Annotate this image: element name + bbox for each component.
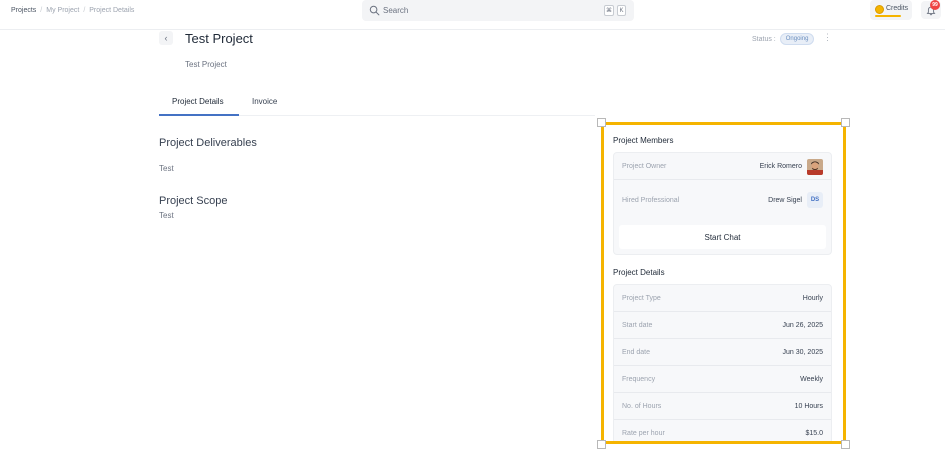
tab-project-details[interactable]: Project Details — [172, 97, 224, 106]
shortcut-key-command: ⌘ — [604, 5, 614, 16]
breadcrumb: Projects / My Project / Project Details — [11, 7, 134, 14]
coin-icon — [875, 5, 884, 14]
credits-bar — [875, 15, 901, 17]
status-label: Status : — [752, 35, 776, 43]
breadcrumb-separator: / — [40, 7, 43, 14]
resize-handle-top-right[interactable] — [841, 118, 850, 127]
status-group: Status : Ongoing — [752, 33, 815, 45]
resize-handle-bottom-left[interactable] — [597, 440, 606, 449]
resize-handle-bottom-right[interactable] — [841, 440, 850, 449]
scope-heading: Project Scope — [159, 195, 228, 207]
selection-highlight-frame — [601, 122, 846, 444]
tab-invoice[interactable]: Invoice — [252, 97, 277, 106]
search-icon — [369, 5, 380, 16]
top-bar: Projects / My Project / Project Details … — [0, 0, 945, 30]
page-title: Test Project — [185, 31, 253, 46]
search-bar[interactable] — [362, 0, 634, 21]
breadcrumb-separator: / — [83, 7, 86, 14]
credits-button[interactable]: Credits — [870, 0, 912, 20]
breadcrumb-projects[interactable]: Projects — [11, 7, 36, 14]
breadcrumb-my-project[interactable]: My Project — [46, 7, 79, 14]
breadcrumb-project-details: Project Details — [89, 7, 135, 14]
credits-label: Credits — [886, 5, 909, 12]
project-subtitle: Test Project — [185, 60, 227, 69]
resize-handle-top-left[interactable] — [597, 118, 606, 127]
back-button[interactable]: ‹ — [159, 31, 173, 45]
more-options-icon[interactable]: ⋮ — [823, 33, 832, 42]
active-tab-indicator — [159, 114, 239, 116]
chevron-left-icon: ‹ — [164, 33, 168, 43]
scope-text: Test — [159, 211, 174, 220]
tab-divider — [239, 115, 595, 116]
deliverables-heading: Project Deliverables — [159, 137, 257, 149]
deliverables-text: Test — [159, 164, 174, 173]
shortcut-key-k: K — [617, 5, 626, 16]
status-badge: Ongoing — [779, 33, 815, 45]
search-input[interactable] — [383, 4, 583, 17]
notification-count-badge: 99 — [930, 0, 940, 10]
